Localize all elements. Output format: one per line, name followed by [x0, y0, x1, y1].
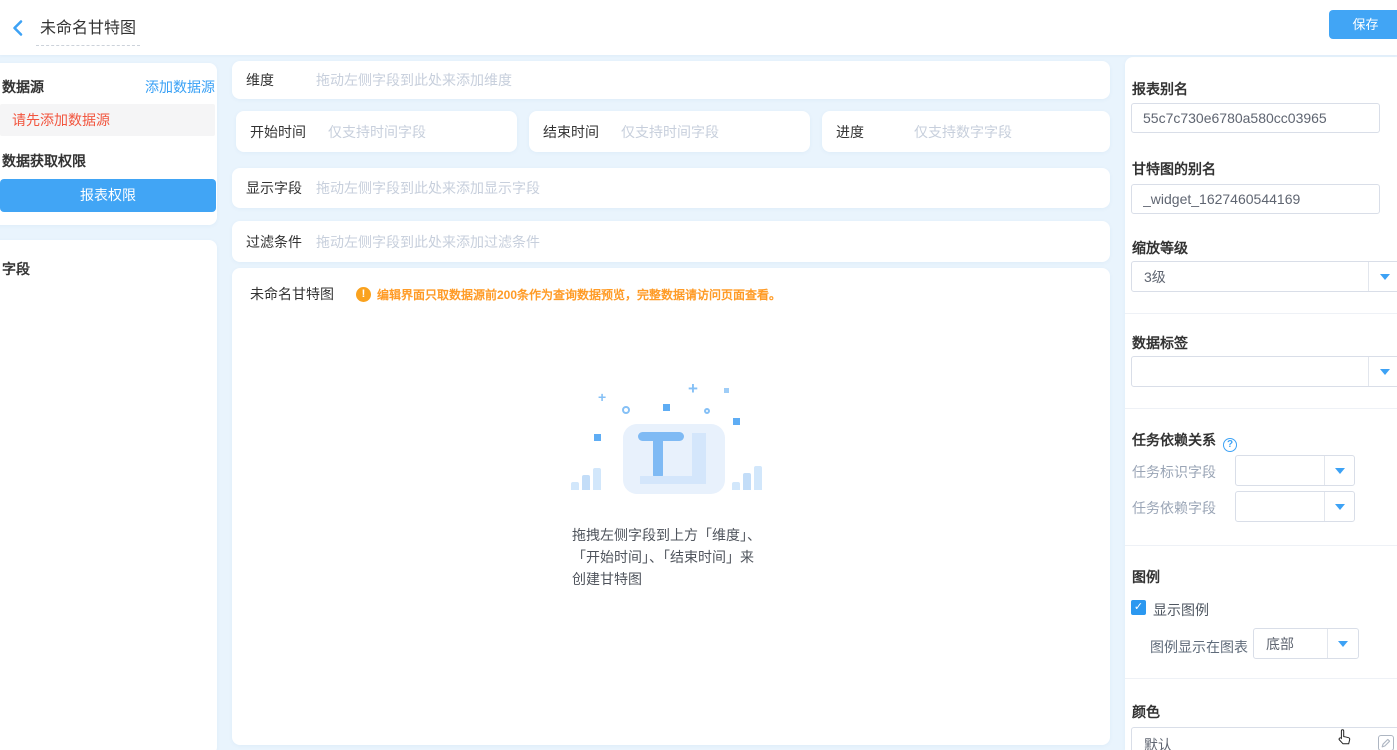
task-dep-select[interactable] — [1235, 491, 1355, 522]
end-time-dropzone[interactable]: 结束时间 仅支持时间字段 — [529, 111, 810, 152]
fields-title: 字段 — [2, 259, 30, 279]
start-time-label: 开始时间 — [250, 122, 328, 142]
dimension-dropzone[interactable]: 维度 拖动左侧字段到此处来添加维度 — [232, 61, 1110, 99]
progress-dropzone[interactable]: 进度 仅支持数字字段 — [822, 111, 1110, 152]
sparkle-circle-icon — [704, 408, 710, 414]
datasource-header: 数据源 添加数据源 — [2, 77, 215, 97]
display-fields-label: 显示字段 — [246, 178, 316, 198]
legend-position-label: 图例显示在图表 — [1150, 637, 1248, 657]
filter-label: 过滤条件 — [246, 232, 316, 252]
dimension-placeholder: 拖动左侧字段到此处来添加维度 — [316, 70, 512, 90]
settings-panel: 报表别名 甘特图的别名 缩放等级 3级 数据标签 任务依赖关系? 任务标识字段 … — [1125, 57, 1397, 750]
caret-down-icon — [1335, 504, 1345, 510]
divider — [1125, 408, 1397, 409]
caret-down-icon — [1335, 468, 1345, 474]
fields-panel: 字段 — [0, 240, 217, 750]
task-id-label: 任务标识字段 — [1132, 462, 1216, 482]
sparkle-plus-icon: + — [598, 392, 606, 402]
legend-position-select[interactable]: 底部 — [1253, 628, 1359, 659]
sparkle-square-icon — [594, 434, 601, 441]
color-scheme-value: 默认 — [1144, 735, 1172, 750]
sparkle-square-icon — [733, 418, 740, 425]
save-button[interactable]: 保存 — [1329, 10, 1397, 39]
datasource-empty-notice: 请先添加数据源 — [0, 104, 215, 136]
gantt-editor-screen: 未命名甘特图 保存 数据源 添加数据源 请先添加数据源 数据获取权限 报表权限 … — [0, 0, 1397, 750]
filter-placeholder: 拖动左侧字段到此处来添加过滤条件 — [316, 232, 540, 252]
datasource-panel: 数据源 添加数据源 请先添加数据源 数据获取权限 报表权限 — [0, 63, 217, 225]
sparkle-square-icon — [663, 404, 670, 411]
mini-bar-chart-icon — [732, 464, 765, 490]
help-icon[interactable]: ? — [1223, 438, 1237, 452]
top-bar: 未命名甘特图 保存 — [0, 0, 1397, 55]
start-time-dropzone[interactable]: 开始时间 仅支持时间字段 — [236, 111, 517, 152]
edit-pencil-icon[interactable] — [1378, 735, 1394, 750]
progress-placeholder: 仅支持数字字段 — [914, 122, 1012, 142]
display-fields-dropzone[interactable]: 显示字段 拖动左侧字段到此处来添加显示字段 — [232, 168, 1110, 208]
dependency-title: 任务依赖关系? — [1132, 430, 1237, 452]
progress-label: 进度 — [836, 122, 914, 142]
task-id-select[interactable] — [1235, 455, 1355, 486]
chart-preview-panel: 未命名甘特图 ! 编辑界面只取数据源前200条作为查询数据预览，完整数据请访问页… — [232, 268, 1110, 745]
datasource-title: 数据源 — [2, 77, 44, 97]
gantt-alias-input[interactable] — [1131, 184, 1380, 214]
legend-position-value: 底部 — [1266, 634, 1294, 654]
color-scheme-row[interactable]: 默认 — [1131, 727, 1397, 750]
mini-bar-chart-icon — [571, 466, 604, 490]
page-title[interactable]: 未命名甘特图 — [36, 14, 140, 46]
display-fields-placeholder: 拖动左侧字段到此处来添加显示字段 — [316, 178, 540, 198]
sparkle-plus-icon: + — [688, 384, 698, 394]
report-alias-label: 报表别名 — [1132, 79, 1188, 99]
back-icon[interactable] — [8, 18, 28, 38]
report-permission-button[interactable]: 报表权限 — [0, 179, 216, 212]
divider — [1125, 313, 1397, 314]
sparkle-circle-icon — [622, 406, 630, 414]
zoom-level-label: 缩放等级 — [1132, 238, 1188, 258]
end-time-label: 结束时间 — [543, 122, 621, 142]
permission-title: 数据获取权限 — [2, 151, 86, 171]
end-time-placeholder: 仅支持时间字段 — [621, 122, 719, 142]
dimension-label: 维度 — [246, 70, 316, 90]
data-label-label: 数据标签 — [1132, 333, 1188, 353]
add-datasource-link[interactable]: 添加数据源 — [145, 77, 215, 97]
zoom-level-select[interactable]: 3级 — [1131, 261, 1397, 292]
show-legend-label: 显示图例 — [1153, 600, 1209, 620]
empty-hint-text: 拖拽左侧字段到上方「维度」、 「开始时间」、「结束时间」来 创建甘特图 — [572, 524, 812, 590]
sparkle-square-icon — [724, 388, 729, 393]
caret-down-icon — [1338, 641, 1348, 647]
color-title: 颜色 — [1132, 702, 1160, 722]
data-label-select[interactable] — [1131, 356, 1397, 387]
gantt-alias-label: 甘特图的别名 — [1132, 159, 1216, 179]
zoom-level-value: 3级 — [1144, 267, 1166, 287]
divider — [1125, 678, 1397, 679]
task-dep-label: 任务依赖字段 — [1132, 498, 1216, 518]
start-time-placeholder: 仅支持时间字段 — [328, 122, 426, 142]
filter-dropzone[interactable]: 过滤条件 拖动左侧字段到此处来添加过滤条件 — [232, 221, 1110, 262]
caret-down-icon — [1380, 369, 1390, 375]
empty-illustration: + + 拖拽左侧字段到上方「维度」、 「开始时间」、「结束时间」来 创建甘 — [232, 268, 1110, 745]
divider — [1125, 545, 1397, 546]
show-legend-checkbox[interactable]: ✓ — [1131, 600, 1146, 615]
report-alias-input[interactable] — [1131, 103, 1380, 133]
caret-down-icon — [1380, 274, 1390, 280]
legend-title: 图例 — [1132, 567, 1160, 587]
